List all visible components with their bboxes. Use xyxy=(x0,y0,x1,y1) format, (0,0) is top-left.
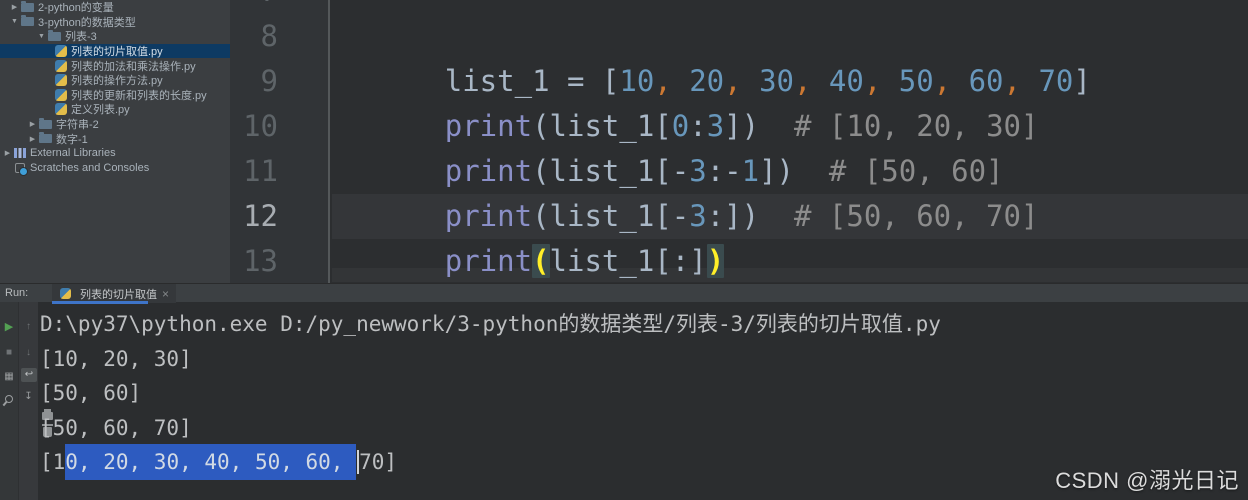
python-file-icon xyxy=(55,103,67,115)
editor-gutter[interactable]: 7 8 9 10 11 12 13 xyxy=(230,0,330,283)
run-toolbar-console: ↑ ↓ ↩ ↧ xyxy=(18,302,38,500)
tree-item-file-update-length[interactable]: 列表的更新和列表的长度.py xyxy=(0,88,230,103)
tree-item-folder-3-python-datatypes[interactable]: ▼ 3-python的数据类型 xyxy=(0,15,230,30)
stop-button[interactable]: ■ xyxy=(0,346,18,360)
line-number: 13 xyxy=(243,239,278,283)
python-file-icon xyxy=(60,288,71,299)
console-text: [1 xyxy=(40,450,65,474)
code-comment: # [50, 60, 70] xyxy=(759,199,1038,233)
code-token: ] xyxy=(1073,64,1090,98)
pycharm-window: ▶ 2-python的变量 ▼ 3-python的数据类型 ▼ 列表-3 列表的… xyxy=(0,0,1248,500)
code-token: print xyxy=(445,244,532,278)
restore-layout-button[interactable]: ▦ xyxy=(0,370,18,384)
chevron-right-icon[interactable]: ▶ xyxy=(27,120,38,128)
libraries-icon xyxy=(14,148,26,158)
folder-icon xyxy=(21,17,34,26)
run-panel-header: Run: 列表的切片取值 × xyxy=(0,283,1248,302)
code-editor[interactable]: 7 8 9 10 11 12 13 list_1 = [10, 20, 30, … xyxy=(230,0,1248,283)
tree-item-label: 3-python的数据类型 xyxy=(38,14,136,30)
python-file-icon xyxy=(55,89,67,101)
tree-item-folder-list-3[interactable]: ▼ 列表-3 xyxy=(0,29,230,44)
tree-item-folder-string-2[interactable]: ▶ 字符串-2 xyxy=(0,117,230,132)
console-line-command: D:\py37\python.exe D:/py_newwork/3-pytho… xyxy=(40,309,941,339)
python-file-icon xyxy=(55,60,67,72)
line-number-current: 12 xyxy=(243,194,278,239)
matched-paren-open: ( xyxy=(532,244,549,278)
close-icon[interactable]: × xyxy=(162,287,169,301)
run-toolbar-left: ▶ ■ ▦ xyxy=(0,302,18,500)
tree-item-label: 列表-3 xyxy=(65,28,97,44)
code-line-12-current: print(list_1[:]) xyxy=(340,194,724,283)
line-number: 7 xyxy=(261,0,278,14)
tree-item-file-methods[interactable]: 列表的操作方法.py xyxy=(0,73,230,88)
python-file-icon xyxy=(55,74,67,86)
tree-item-label: 列表的加法和乘法操作.py xyxy=(71,58,196,74)
line-number: 9 xyxy=(261,59,278,104)
folder-icon xyxy=(21,3,34,12)
python-file-icon xyxy=(55,45,67,57)
matched-paren-close: ) xyxy=(707,244,724,278)
run-label: Run: xyxy=(5,287,28,299)
tree-item-label: 定义列表.py xyxy=(71,101,130,117)
tree-item-file-add-multiply[interactable]: 列表的加法和乘法操作.py xyxy=(0,58,230,73)
tree-item-label: 列表的操作方法.py xyxy=(71,72,163,88)
chevron-right-icon[interactable]: ▶ xyxy=(2,149,13,157)
folder-icon xyxy=(39,134,52,143)
tree-item-folder-2-python-variables[interactable]: ▶ 2-python的变量 xyxy=(0,0,230,15)
tree-item-label: External Libraries xyxy=(30,147,116,159)
console-line-output: [10, 20, 30] xyxy=(40,344,192,374)
chevron-down-icon[interactable]: ▼ xyxy=(36,33,47,40)
scroll-to-end-button[interactable]: ↧ xyxy=(19,390,38,404)
up-stack-trace-button[interactable]: ↑ xyxy=(19,320,38,334)
folder-icon xyxy=(39,120,52,129)
tree-item-label: 列表的切片取值.py xyxy=(71,43,163,59)
soft-wrap-button[interactable]: ↩ xyxy=(21,368,37,382)
tree-item-file-slice-selected[interactable]: 列表的切片取值.py xyxy=(0,44,230,59)
line-number: 10 xyxy=(243,104,278,149)
code-token: 70 xyxy=(1038,64,1073,98)
down-stack-trace-button[interactable]: ↓ xyxy=(19,346,38,360)
chevron-right-icon[interactable]: ▶ xyxy=(27,135,38,143)
rerun-button[interactable]: ▶ xyxy=(0,320,18,334)
tree-item-folder-number-1[interactable]: ▶ 数字-1 xyxy=(0,131,230,146)
folder-icon xyxy=(48,32,61,41)
code-token: list_1[:] xyxy=(550,244,707,278)
tree-item-label: Scratches and Consoles xyxy=(30,162,149,174)
line-number: 8 xyxy=(261,14,278,59)
tree-item-external-libraries[interactable]: ▶ External Libraries xyxy=(0,146,230,161)
selected-text: 0, 20, 30, 40, 50, 60, xyxy=(65,444,356,480)
run-tab-title: 列表的切片取值 xyxy=(80,286,157,302)
pin-tab-button[interactable] xyxy=(4,395,13,404)
tree-item-scratches-consoles[interactable]: Scratches and Consoles xyxy=(0,161,230,176)
console-line-output-selected: [10, 20, 30, 40, 50, 60, 70] xyxy=(40,447,397,477)
csdn-watermark: CSDN @溺光日记 xyxy=(1055,463,1239,495)
project-tree-panel: ▶ 2-python的变量 ▼ 3-python的数据类型 ▼ 列表-3 列表的… xyxy=(0,0,230,283)
scratches-icon xyxy=(15,163,25,173)
console-line-output: [50, 60, 70] xyxy=(40,413,192,443)
tree-item-file-define-list[interactable]: 定义列表.py xyxy=(0,102,230,117)
tree-item-label: 数字-1 xyxy=(56,131,88,147)
tree-item-label: 列表的更新和列表的长度.py xyxy=(71,87,207,103)
tree-item-label: 字符串-2 xyxy=(56,116,99,132)
chevron-down-icon[interactable]: ▼ xyxy=(9,18,20,25)
chevron-right-icon[interactable]: ▶ xyxy=(9,3,20,11)
line-number: 11 xyxy=(243,149,278,194)
console-text: 70] xyxy=(359,450,397,474)
console-line-output: [50, 60] xyxy=(40,378,141,408)
